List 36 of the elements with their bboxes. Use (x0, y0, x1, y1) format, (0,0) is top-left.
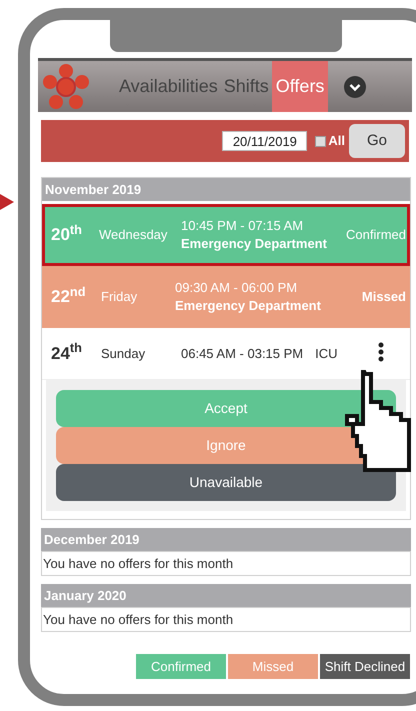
shift-time: 06:45 AM - 03:15 PM (181, 344, 304, 363)
day-number: 24$^{th}$ (51, 340, 83, 365)
month-header: November 2019 (42, 178, 410, 201)
legend-item: Missed (228, 654, 318, 679)
nav-tab[interactable]: Availabilities (116, 61, 221, 112)
go-button[interactable]: Go (349, 124, 405, 158)
shift-time: 10:45 PM - 07:15 AM (181, 217, 304, 235)
empty-message: You have no offers for this month (41, 607, 411, 632)
status-label: Confirmed (346, 226, 406, 244)
department-label: Emergency Department (181, 235, 327, 253)
offer-row[interactable]: 20$^{th}$ Wednesday 10:45 PM - 07:15 AM Emergency Department Confirmed (42, 204, 410, 266)
department-label: Emergency Department (175, 297, 321, 315)
weekday-label: Friday (100, 288, 138, 306)
all-label: All (328, 132, 345, 150)
nav-tab[interactable]: Shifts (220, 61, 272, 112)
nav-tab[interactable]: Offers (272, 61, 328, 112)
shift-time: 09:30 AM - 06:00 PM (175, 279, 298, 297)
date-field[interactable]: 20/11/2019 (222, 131, 308, 151)
arrow-icon (0, 194, 14, 210)
weekday-label: Wednesday (99, 226, 168, 244)
day-number: 20$^{th}$ (51, 222, 83, 246)
all-checkbox[interactable] (315, 136, 326, 146)
status-label: Missed (362, 288, 406, 306)
legend-item: Shift Declined (320, 654, 410, 679)
action-button[interactable]: Unavailable (56, 464, 396, 501)
day-number: 22$^{nd}$ (51, 284, 86, 308)
dropdown-icon[interactable] (344, 76, 366, 98)
weekday-label: Sunday (100, 344, 146, 363)
more-icon[interactable] (378, 342, 384, 362)
month-header: January 2020 (41, 584, 411, 607)
offer-row[interactable]: 22$^{nd}$ Friday 09:30 AM - 06:00 PM Emergency Department Missed (42, 266, 410, 328)
logo-icon (40, 62, 92, 112)
department-label: ICU (315, 344, 338, 363)
month-header: December 2019 (41, 528, 411, 551)
legend-item: Confirmed (136, 654, 226, 679)
empty-message: You have no offers for this month (41, 551, 411, 576)
